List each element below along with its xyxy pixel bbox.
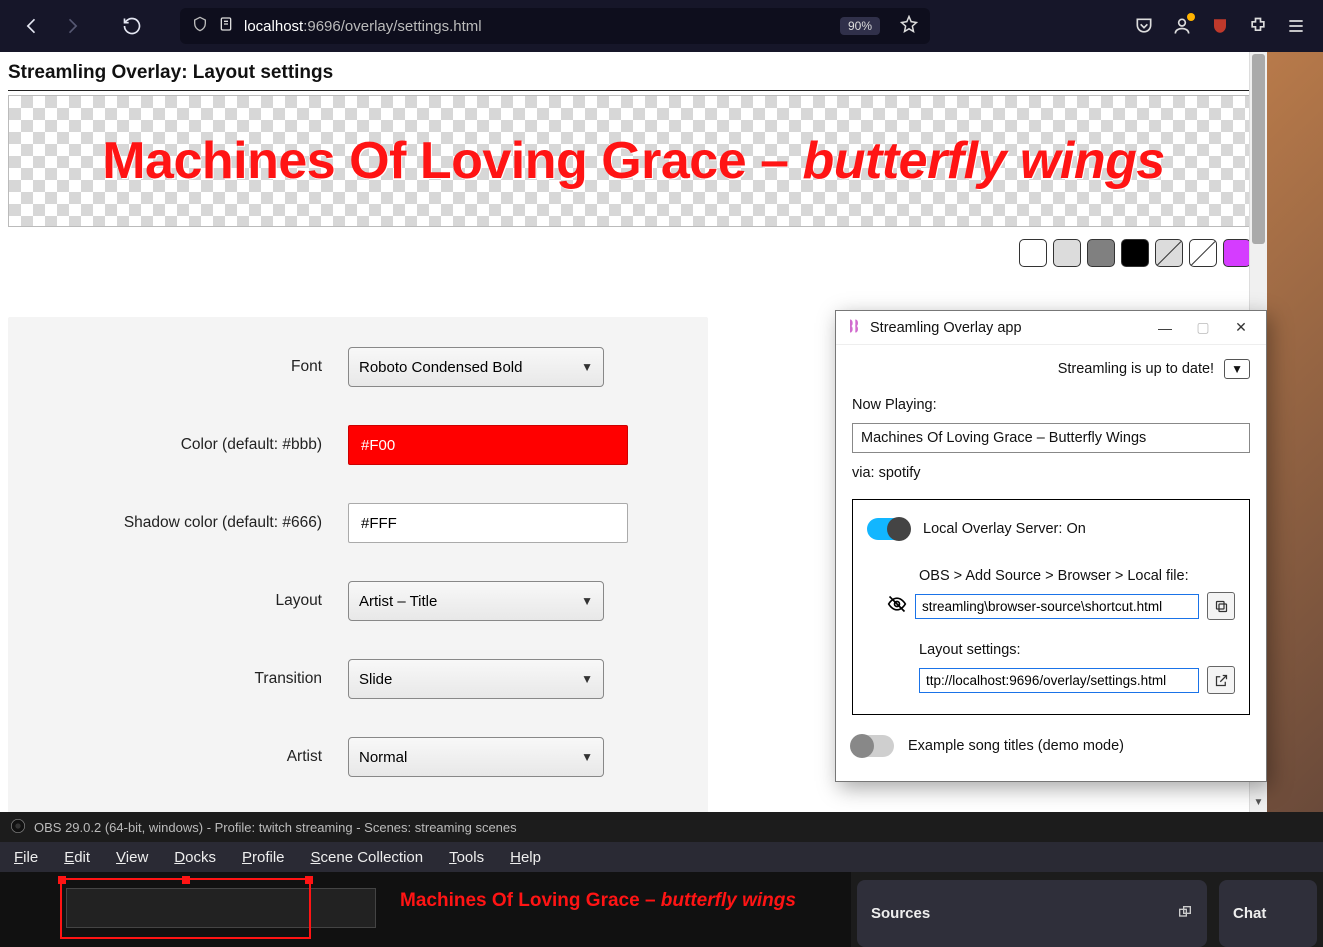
forward-button[interactable] <box>56 10 88 42</box>
reload-button[interactable] <box>116 10 148 42</box>
streamling-app-window: Streamling Overlay app — ▢ ✕ Streamling … <box>835 310 1267 782</box>
menu-edit[interactable]: Edit <box>64 849 90 866</box>
swatch-diag-white[interactable] <box>1189 239 1217 267</box>
source-path-input[interactable] <box>915 594 1199 619</box>
chevron-down-icon: ▼ <box>581 750 593 764</box>
close-button[interactable]: ✕ <box>1226 319 1256 336</box>
chat-label: Chat <box>1233 905 1266 922</box>
swatch-diag-gray[interactable] <box>1155 239 1183 267</box>
color-input[interactable] <box>348 425 628 465</box>
browser-toolbar: localhost:9696/overlay/settings.html 90% <box>0 0 1323 52</box>
preview-song: butterfly wings <box>802 132 1164 190</box>
menu-tools[interactable]: Tools <box>449 849 484 866</box>
url-bar[interactable]: localhost:9696/overlay/settings.html 90% <box>180 8 930 44</box>
server-box: Local Overlay Server: On OBS > Add Sourc… <box>852 499 1250 715</box>
minimize-button[interactable]: — <box>1150 320 1180 336</box>
chat-panel[interactable]: Chat <box>1219 880 1317 947</box>
status-dropdown-button[interactable]: ▼ <box>1224 359 1250 379</box>
swatch-white[interactable] <box>1019 239 1047 267</box>
extensions-icon[interactable] <box>1247 15 1269 37</box>
star-icon[interactable] <box>900 15 918 38</box>
demo-toggle[interactable] <box>852 735 894 757</box>
preview-sep: – <box>746 132 802 190</box>
status-text: Streamling is up to date! <box>1058 361 1214 377</box>
swatch-black[interactable] <box>1121 239 1149 267</box>
scroll-down-icon[interactable]: ▼ <box>1250 794 1267 812</box>
demo-label: Example song titles (demo mode) <box>908 738 1124 754</box>
eye-off-icon[interactable] <box>887 594 907 619</box>
obs-window: OBS 29.0.2 (64-bit, windows) - Profile: … <box>0 812 1323 947</box>
obs-title-text: OBS 29.0.2 (64-bit, windows) - Profile: … <box>34 820 517 835</box>
swatch-lightgray[interactable] <box>1053 239 1081 267</box>
sources-panel[interactable]: Sources <box>857 880 1207 947</box>
server-toggle[interactable] <box>867 518 909 540</box>
preview-text: Machines Of Loving Grace – butterfly win… <box>102 131 1165 191</box>
chevron-down-icon: ▼ <box>581 594 593 608</box>
shield-icon <box>192 16 208 37</box>
pocket-icon[interactable] <box>1133 15 1155 37</box>
obs-scene-preview[interactable]: Machines Of Loving Grace – butterfly win… <box>0 872 851 947</box>
back-button[interactable] <box>16 10 48 42</box>
menu-profile[interactable]: Profile <box>242 849 285 866</box>
shadow-label: Shadow color (default: #666) <box>8 514 348 532</box>
title-rule <box>8 90 1259 91</box>
artist-label: Artist <box>8 748 348 766</box>
zoom-badge[interactable]: 90% <box>840 17 880 35</box>
preview-artist: Machines Of Loving Grace <box>102 132 746 190</box>
artist-select[interactable]: Normal▼ <box>348 737 604 777</box>
background-window-slice <box>1267 52 1323 812</box>
swatch-row <box>8 239 1259 267</box>
hamburger-icon[interactable] <box>1285 15 1307 37</box>
obs-titlebar: OBS 29.0.2 (64-bit, windows) - Profile: … <box>0 812 1323 842</box>
overlay-preview: Machines Of Loving Grace – butterfly win… <box>8 95 1259 227</box>
ublock-icon[interactable] <box>1209 15 1231 37</box>
url-text: localhost:9696/overlay/settings.html <box>244 18 482 35</box>
menu-view[interactable]: View <box>116 849 148 866</box>
sources-label: Sources <box>871 905 930 922</box>
obs-hint: OBS > Add Source > Browser > Local file: <box>919 568 1235 584</box>
popout-icon[interactable] <box>1177 904 1193 924</box>
transition-select[interactable]: Slide▼ <box>348 659 604 699</box>
layout-url-input[interactable] <box>919 668 1199 693</box>
font-select[interactable]: Roboto Condensed Bold▼ <box>348 347 604 387</box>
via-text: via: spotify <box>852 465 1250 481</box>
page-title: Streamling Overlay: Layout settings <box>8 62 1259 84</box>
now-playing-label: Now Playing: <box>852 397 1250 413</box>
account-icon[interactable] <box>1171 15 1193 37</box>
maximize-button[interactable]: ▢ <box>1188 319 1218 336</box>
menu-docks[interactable]: Docks <box>174 849 216 866</box>
obs-menu: File Edit View Docks Profile Scene Colle… <box>0 842 1323 872</box>
app-titlebar[interactable]: Streamling Overlay app — ▢ ✕ <box>836 311 1266 345</box>
obs-icon <box>10 818 26 837</box>
transition-label: Transition <box>8 670 348 688</box>
settings-card: Font Roboto Condensed Bold▼ Color (defau… <box>8 317 708 812</box>
mini-preview-text: Machines Of Loving Grace – butterfly win… <box>400 890 796 912</box>
font-label: Font <box>8 358 348 376</box>
layout-select[interactable]: Artist – Title▼ <box>348 581 604 621</box>
layout-label: Layout <box>8 592 348 610</box>
chevron-down-icon: ▼ <box>581 360 593 374</box>
menu-help[interactable]: Help <box>510 849 541 866</box>
chevron-down-icon: ▼ <box>581 672 593 686</box>
page-icon <box>218 16 234 37</box>
layout-settings-label: Layout settings: <box>919 642 1235 658</box>
open-external-button[interactable] <box>1207 666 1235 694</box>
menu-file[interactable]: File <box>14 849 38 866</box>
color-label: Color (default: #bbb) <box>8 436 348 454</box>
toolbar-icons <box>1133 15 1307 37</box>
copy-button[interactable] <box>1207 592 1235 620</box>
swatch-gray[interactable] <box>1087 239 1115 267</box>
app-title: Streamling Overlay app <box>870 320 1022 336</box>
shadow-input[interactable] <box>348 503 628 543</box>
menu-scene-collection[interactable]: Scene Collection <box>311 849 424 866</box>
selection-frame[interactable] <box>60 878 311 939</box>
scrollbar-thumb[interactable] <box>1252 54 1265 244</box>
server-label: Local Overlay Server: On <box>923 521 1086 537</box>
app-icon <box>846 318 862 338</box>
swatch-magenta[interactable] <box>1223 239 1251 267</box>
now-playing-value: Machines Of Loving Grace – Butterfly Win… <box>852 423 1250 453</box>
